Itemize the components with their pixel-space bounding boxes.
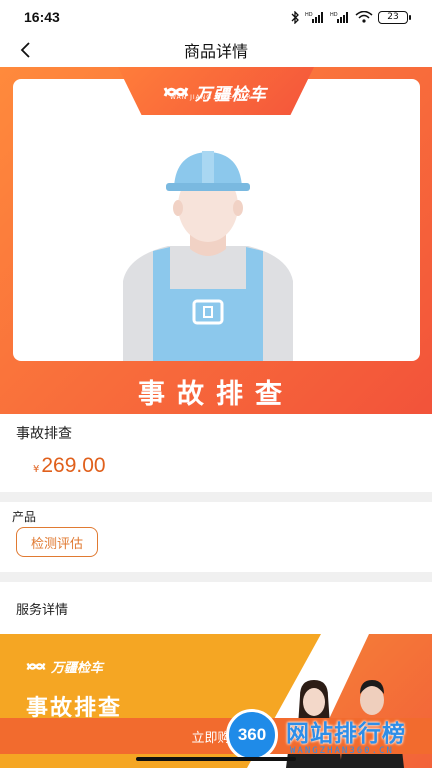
brand-logo-icon-2: [26, 662, 46, 671]
nav-bar: 商品详情: [0, 34, 432, 66]
watermark-subtext: WANGZHAN360.CN: [290, 746, 394, 756]
page-title: 商品详情: [183, 42, 248, 61]
product-info: 事故排查 ¥ 269.00: [0, 414, 432, 492]
technician-illustration: [123, 151, 293, 361]
back-button[interactable]: [12, 37, 38, 63]
battery-level: 23: [387, 12, 399, 22]
signal-icon: HD: [305, 11, 325, 23]
hero-logo: 万疆检车: [140, 75, 290, 109]
product-label: 产品: [12, 510, 37, 524]
price-value: 269.00: [41, 454, 106, 477]
bluetooth-icon: [290, 10, 300, 24]
banner-logo-text: 万疆检车: [51, 661, 104, 676]
status-bar: 16:43 HD HD 23: [0, 0, 432, 34]
watermark-text: 网站排行榜: [286, 721, 406, 747]
service-title: 服务详情: [16, 603, 69, 618]
hero-logo-subtext: WAN JIANG NICE CAR: [170, 94, 252, 101]
service-details-header: 服务详情: [0, 582, 432, 634]
buy-now-label: 立即购: [191, 730, 231, 746]
product-hero-image: 万疆检车 WAN JIANG NICE CAR 事故排查: [0, 67, 432, 414]
hero-caption: 事故排查: [138, 379, 294, 410]
wifi-icon: [355, 11, 373, 23]
home-indicator[interactable]: [136, 757, 296, 761]
status-time: 16:43: [24, 9, 60, 25]
watermark-badge: 360: [226, 709, 278, 761]
svg-text:HD: HD: [330, 12, 338, 18]
divider-2: [0, 572, 432, 582]
signal-icon-2: HD: [330, 11, 350, 23]
chevron-left-icon: [20, 42, 30, 58]
currency-symbol: ¥: [33, 464, 40, 475]
svg-text:HD: HD: [305, 12, 313, 18]
battery-icon: 23: [378, 10, 411, 24]
product-tag-button[interactable]: 检测评估: [16, 527, 98, 557]
divider: [0, 492, 432, 502]
product-name: 事故排查: [16, 426, 72, 442]
banner-logo: 万疆检车: [26, 657, 103, 676]
product-options: 产品 检测评估: [0, 502, 432, 572]
price: ¥ 269.00: [33, 454, 106, 478]
status-icons: HD HD 23: [290, 10, 411, 24]
